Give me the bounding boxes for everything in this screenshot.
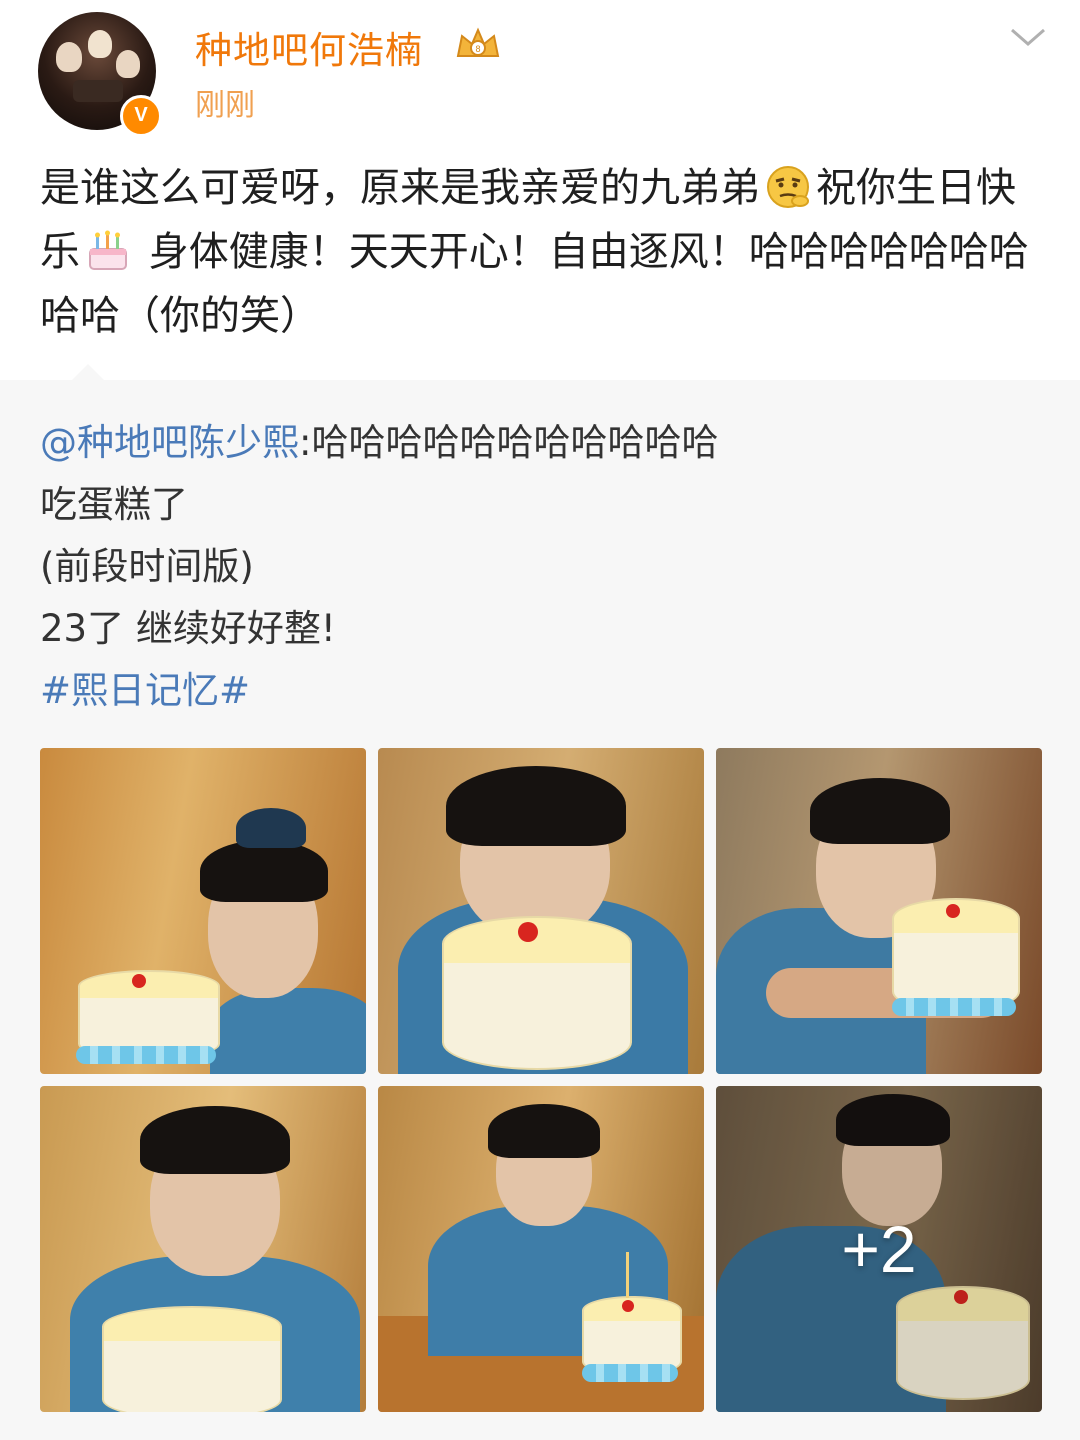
photo-3[interactable] (716, 748, 1042, 1074)
repost-line4: 23了 继续好好整! (40, 607, 336, 650)
emoji-cake-icon (89, 230, 127, 270)
svg-text:8: 8 (475, 44, 480, 54)
repost-line3: (前段时间版) (40, 545, 254, 588)
post-text-part1: 是谁这么可爱呀，原来是我亲爱的九弟弟 (40, 165, 760, 211)
repost-line2: 吃蛋糕了 (40, 483, 188, 526)
timestamp: 刚刚 (195, 88, 255, 123)
chevron-down-icon[interactable] (1008, 22, 1048, 52)
repost-line1: @种地吧陈少熙:哈哈哈哈哈哈哈哈哈哈哈 (40, 412, 1040, 474)
verified-badge-icon: V (120, 95, 162, 137)
hashtag-link[interactable]: #熙日记忆# (40, 660, 1040, 722)
emoji-thinking-icon (767, 166, 809, 208)
mention-link[interactable]: @种地吧陈少熙 (40, 421, 299, 464)
photo-2[interactable] (378, 748, 704, 1074)
vip-crown-icon[interactable]: 8 (452, 26, 504, 62)
photo-grid: +2 (40, 748, 1042, 1412)
repost-text: @种地吧陈少熙:哈哈哈哈哈哈哈哈哈哈哈 吃蛋糕了 (前段时间版) 23了 继续好… (40, 412, 1040, 722)
repost-line1-rest: :哈哈哈哈哈哈哈哈哈哈哈 (299, 421, 719, 464)
more-photos-count[interactable]: +2 (716, 1086, 1042, 1412)
post-text: 是谁这么可爱呀，原来是我亲爱的九弟弟 祝你生日快乐 身体健康！天天开心！自由逐风… (40, 156, 1050, 348)
photo-5[interactable] (378, 1086, 704, 1412)
photo-6-more[interactable]: +2 (716, 1086, 1042, 1412)
post-text-part3: 身体健康！天天开心！自由逐风！哈哈哈哈哈哈哈哈哈（你的笑） (40, 229, 1029, 339)
username[interactable]: 种地吧何浩楠 (195, 20, 423, 74)
photo-4[interactable] (40, 1086, 366, 1412)
post-header: V 种地吧何浩楠 8 刚刚 (0, 0, 1080, 150)
photo-1[interactable] (40, 748, 366, 1074)
